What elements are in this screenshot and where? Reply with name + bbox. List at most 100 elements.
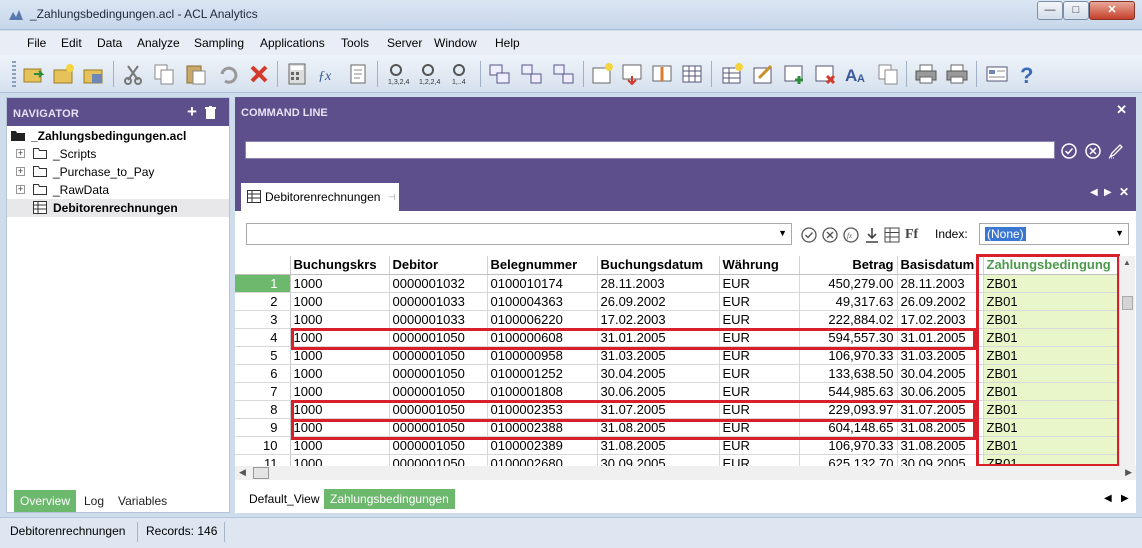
cell-belegnummer[interactable]: 0100002388 xyxy=(487,418,598,437)
cell-debitor[interactable]: 0000001050 xyxy=(389,328,488,347)
cell-betrag[interactable]: 450,279.00 xyxy=(799,274,898,293)
tree-item-debitorenrechnungen[interactable]: Debitorenrechnungen xyxy=(7,199,229,217)
view-scroll-right-icon[interactable]: ▶ xyxy=(1121,493,1129,504)
cell-waehrung[interactable]: EUR xyxy=(719,418,800,437)
cell-betrag[interactable]: 229,093.97 xyxy=(799,400,898,419)
table-row[interactable]: 3 1000 0000001033 0100006220 17.02.2003 EUR 22… xyxy=(235,310,1129,329)
cell-buchungsdatum[interactable]: 31.01.2005 xyxy=(597,328,720,347)
cell-zahlungsbedingung[interactable]: ZB01 xyxy=(983,310,1129,329)
cell-betrag[interactable]: 594,557.30 xyxy=(799,328,898,347)
table-format-icon[interactable] xyxy=(884,227,900,243)
table-row[interactable]: 7 1000 0000001050 0100001808 30.06.2005 EUR 54… xyxy=(235,382,1129,401)
cell-betrag[interactable]: 544,985.63 xyxy=(799,382,898,401)
menu-applications[interactable]: Applications xyxy=(260,36,325,50)
cell-betrag[interactable]: 106,970.33 xyxy=(799,346,898,365)
cell-basisdatum[interactable]: 31.08.2005 xyxy=(897,418,984,437)
menu-analyze[interactable]: Analyze xyxy=(137,36,180,50)
apply-filter-icon[interactable] xyxy=(801,227,817,243)
chevron-down-icon[interactable]: ▼ xyxy=(778,228,787,238)
index-combobox[interactable]: (None) ▼ xyxy=(979,223,1129,245)
table-row[interactable]: 4 1000 0000001050 0100000608 31.01.2005 EUR 59… xyxy=(235,328,1129,347)
print-preview-icon[interactable] xyxy=(945,62,969,86)
command-input[interactable] xyxy=(245,141,1055,159)
tab-variables[interactable]: Variables xyxy=(112,490,173,512)
cell-basisdatum[interactable]: 31.07.2005 xyxy=(897,400,984,419)
horizontal-scrollbar[interactable]: ◀ ▶ xyxy=(235,466,1136,480)
remove-filter-icon[interactable] xyxy=(822,227,838,243)
open-project-icon[interactable] xyxy=(22,62,46,86)
edit-filter-icon[interactable]: fx xyxy=(843,227,859,243)
toolbar-grip[interactable] xyxy=(12,61,16,87)
cell-zahlungsbedingung[interactable]: ZB01 xyxy=(983,454,1129,466)
cell-debitor[interactable]: 0000001050 xyxy=(389,418,488,437)
cell-buchungskrs[interactable]: 1000 xyxy=(290,346,390,365)
cell-debitor[interactable]: 0000001033 xyxy=(389,310,488,329)
cell-buchungskrs[interactable]: 1000 xyxy=(290,292,390,311)
menu-tools[interactable]: Tools xyxy=(341,36,369,50)
cell-debitor[interactable]: 0000001050 xyxy=(389,346,488,365)
cell-waehrung[interactable]: EUR xyxy=(719,274,800,293)
function-icon[interactable]: ƒx xyxy=(316,62,340,86)
delete-icon[interactable] xyxy=(247,62,271,86)
cell-buchungsdatum[interactable]: 31.08.2005 xyxy=(597,418,720,437)
join-icon[interactable] xyxy=(552,62,576,86)
add-icon[interactable]: + xyxy=(187,102,197,122)
cell-debitor[interactable]: 0000001050 xyxy=(389,364,488,383)
filter-icon[interactable]: 1,3,2,4 xyxy=(386,62,410,86)
cell-buchungskrs[interactable]: 1000 xyxy=(290,310,390,329)
column-header-belegnummer[interactable]: Belegnummer xyxy=(487,256,598,275)
cell-buchungsdatum[interactable]: 30.04.2005 xyxy=(597,364,720,383)
cut-icon[interactable] xyxy=(122,62,146,86)
cell-belegnummer[interactable]: 0100002353 xyxy=(487,400,598,419)
cell-basisdatum[interactable]: 26.09.2002 xyxy=(897,292,984,311)
cell-buchungsdatum[interactable]: 17.02.2003 xyxy=(597,310,720,329)
cell-buchungsdatum[interactable]: 31.07.2005 xyxy=(597,400,720,419)
cell-betrag[interactable]: 222,884.02 xyxy=(799,310,898,329)
cell-waehrung[interactable]: EUR xyxy=(719,310,800,329)
cell-debitor[interactable]: 0000001050 xyxy=(389,400,488,419)
cell-belegnummer[interactable]: 0100002680 xyxy=(487,454,598,466)
properties-icon[interactable] xyxy=(985,62,1009,86)
maximize-button[interactable]: □ xyxy=(1063,1,1089,20)
cell-zahlungsbedingung[interactable]: ZB01 xyxy=(983,436,1129,455)
table-row[interactable]: 5 1000 0000001050 0100000958 31.03.2005 EUR 10… xyxy=(235,346,1129,365)
close-tab-icon[interactable]: ✕ xyxy=(1119,185,1129,199)
edit-command-icon[interactable] xyxy=(1108,143,1124,159)
menu-server[interactable]: Server xyxy=(387,36,422,50)
column-header-buchungskrs[interactable]: Buchungskrs xyxy=(290,256,390,275)
menu-file[interactable]: File xyxy=(27,36,46,50)
table-row[interactable]: 10 1000 0000001050 0100002389 31.08.2005 EUR 1… xyxy=(235,436,1129,455)
pin-icon[interactable]: ⊣ xyxy=(388,192,396,203)
relations-icon[interactable] xyxy=(520,62,544,86)
cell-waehrung[interactable]: EUR xyxy=(719,346,800,365)
cell-basisdatum[interactable]: 30.09.2005 xyxy=(897,454,984,466)
tree-item-purchase-to-pay[interactable]: + _Purchase_to_Pay xyxy=(7,163,229,181)
table-row[interactable]: 1 1000 0000001032 0100010174 28.11.2003 EUR 45… xyxy=(235,274,1129,293)
clear-command-icon[interactable] xyxy=(1085,143,1101,159)
cell-row-number[interactable]: 4 xyxy=(235,328,291,347)
cell-buchungsdatum[interactable]: 28.11.2003 xyxy=(597,274,720,293)
cell-buchungskrs[interactable]: 1000 xyxy=(290,274,390,293)
cell-betrag[interactable]: 625,132.70 xyxy=(799,454,898,466)
cell-buchungskrs[interactable]: 1000 xyxy=(290,454,390,466)
scroll-right-icon[interactable]: ▶ xyxy=(1125,467,1132,478)
cell-debitor[interactable]: 0000001032 xyxy=(389,274,488,293)
cell-buchungskrs[interactable]: 1000 xyxy=(290,400,390,419)
scrollbar-thumb[interactable] xyxy=(1122,296,1133,310)
cell-belegnummer[interactable]: 0100001252 xyxy=(487,364,598,383)
new-project-icon[interactable] xyxy=(52,62,76,86)
cell-buchungsdatum[interactable]: 30.09.2005 xyxy=(597,454,720,466)
cell-basisdatum[interactable]: 17.02.2003 xyxy=(897,310,984,329)
tree-item-scripts[interactable]: + _Scripts xyxy=(7,145,229,163)
add-column-icon[interactable] xyxy=(620,62,644,86)
menu-help[interactable]: Help xyxy=(495,36,520,50)
column-header-basisdatum[interactable]: Basisdatum xyxy=(897,256,984,275)
cell-waehrung[interactable]: EUR xyxy=(719,382,800,401)
tab-overview[interactable]: Overview xyxy=(14,490,77,512)
expand-icon[interactable]: + xyxy=(16,185,25,194)
cell-row-number[interactable]: 8 xyxy=(235,400,291,419)
font-format-icon[interactable]: Ff xyxy=(905,227,918,243)
cell-zahlungsbedingung[interactable]: ZB01 xyxy=(983,328,1129,347)
undo-icon[interactable] xyxy=(216,62,240,86)
filter-combobox[interactable]: ▼ xyxy=(246,223,792,245)
